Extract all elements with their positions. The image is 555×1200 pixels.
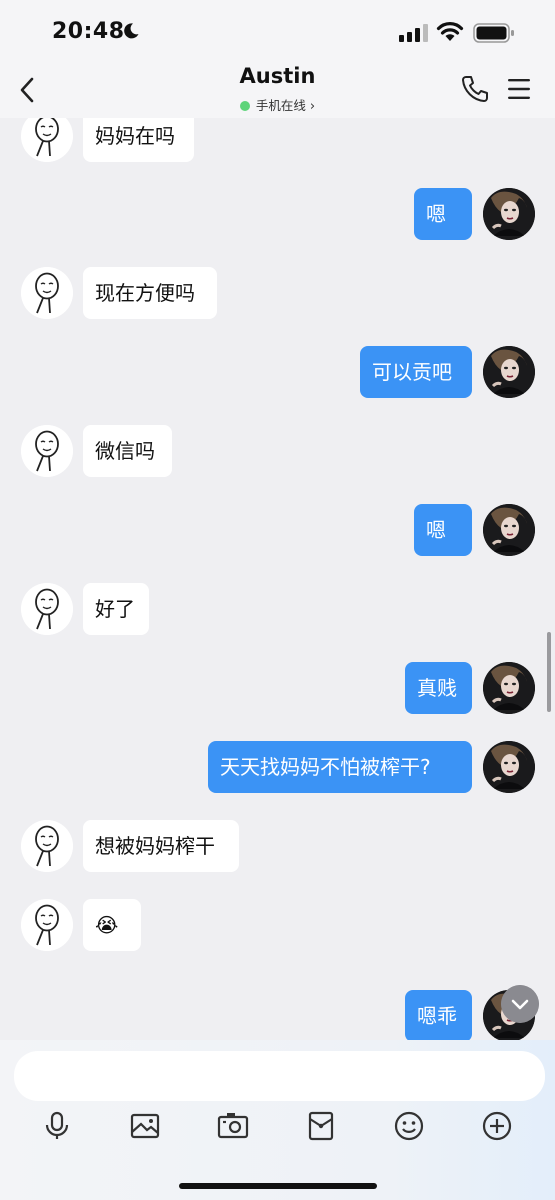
message-row: 想被妈妈榨干: [0, 820, 555, 876]
contact-avatar[interactable]: [21, 583, 73, 635]
message-row: 真贱: [0, 662, 555, 718]
message-row: 嗯: [0, 504, 555, 560]
moon-icon: [124, 23, 139, 39]
chevron-right-icon: ›: [309, 99, 316, 114]
message-row: 现在方便吗: [0, 267, 555, 323]
emoji-icon[interactable]: [393, 1110, 425, 1142]
status-time: 20:48: [52, 19, 125, 44]
stick-figure-avatar-icon: [21, 118, 73, 162]
microphone-icon[interactable]: [41, 1110, 73, 1142]
received-message-bubble[interactable]: 现在方便吗: [83, 267, 217, 319]
image-icon[interactable]: [129, 1110, 161, 1142]
sent-message-bubble[interactable]: 嗯: [414, 188, 472, 240]
chat-header: Austin 手机在线 ›: [0, 62, 555, 118]
message-row: 嗯: [0, 188, 555, 244]
contact-avatar[interactable]: [21, 118, 73, 162]
message-input[interactable]: [14, 1051, 545, 1101]
sent-message-bubble[interactable]: 可以贡吧: [360, 346, 472, 398]
user-avatar[interactable]: [483, 188, 535, 240]
status-bar: 20:48: [0, 0, 555, 62]
received-message-bubble[interactable]: 好了: [83, 583, 149, 635]
message-list[interactable]: 妈妈在吗嗯现在方便吗 可以贡吧 微信吗嗯好了 真贱 天天找妈妈不怕被榨干? 想被妈妈榨干 😭…: [0, 118, 555, 1040]
menu-icon[interactable]: [507, 76, 531, 102]
sent-message-bubble[interactable]: 真贱: [405, 662, 472, 714]
user-avatar[interactable]: [483, 662, 535, 714]
battery-icon: [473, 23, 514, 43]
user-avatar[interactable]: [483, 346, 535, 398]
composer-area: [0, 1040, 555, 1200]
scroll-to-bottom-icon[interactable]: [501, 985, 539, 1023]
user-photo-icon: [483, 346, 535, 398]
stick-figure-avatar-icon: [21, 583, 73, 635]
red-packet-icon[interactable]: [305, 1110, 337, 1142]
user-photo-icon: [483, 504, 535, 556]
stick-figure-avatar-icon: [21, 899, 73, 951]
received-message-bubble[interactable]: 妈妈在吗: [83, 118, 194, 162]
contact-avatar[interactable]: [21, 820, 73, 872]
contact-avatar[interactable]: [21, 899, 73, 951]
stick-figure-avatar-icon: [21, 267, 73, 319]
sent-message-bubble[interactable]: 嗯乖: [405, 990, 472, 1040]
received-message-bubble[interactable]: 想被妈妈榨干: [83, 820, 239, 872]
sent-message-bubble[interactable]: 天天找妈妈不怕被榨干?: [208, 741, 472, 793]
stick-figure-avatar-icon: [21, 425, 73, 477]
online-dot-icon: [239, 101, 250, 111]
contact-avatar[interactable]: [21, 425, 73, 477]
user-photo-icon: [483, 188, 535, 240]
stick-figure-avatar-icon: [21, 820, 73, 872]
message-row: 妈妈在吗: [0, 118, 555, 166]
online-status-label: 手机在线: [255, 98, 306, 113]
user-photo-icon: [483, 662, 535, 714]
scrollbar[interactable]: [547, 632, 551, 712]
plus-icon[interactable]: [481, 1110, 513, 1142]
cellular-signal-icon: [399, 24, 428, 42]
user-avatar[interactable]: [483, 504, 535, 556]
message-row: 好了: [0, 583, 555, 639]
wifi-icon: [436, 22, 464, 41]
received-message-bubble[interactable]: 😭: [83, 899, 141, 951]
sent-message-bubble[interactable]: 嗯: [414, 504, 472, 556]
received-message-bubble[interactable]: 微信吗: [83, 425, 172, 477]
user-photo-icon: [483, 741, 535, 793]
home-indicator: [179, 1183, 377, 1189]
camera-icon[interactable]: [217, 1110, 249, 1142]
contact-avatar[interactable]: [21, 267, 73, 319]
message-row: 可以贡吧: [0, 346, 555, 402]
user-avatar[interactable]: [483, 741, 535, 793]
message-row: 天天找妈妈不怕被榨干?: [0, 741, 555, 797]
message-row: 嗯乖: [0, 990, 555, 1040]
message-row: 😭: [0, 899, 555, 955]
message-row: 微信吗: [0, 425, 555, 481]
phone-call-icon[interactable]: [460, 74, 490, 104]
